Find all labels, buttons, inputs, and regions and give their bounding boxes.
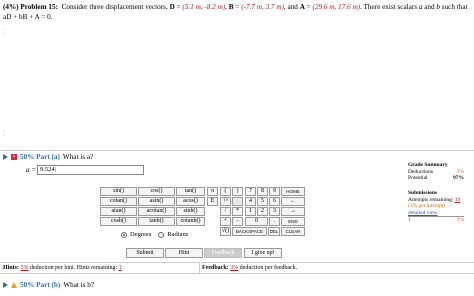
scroll-dots: · · [3, 129, 5, 139]
keypad-key[interactable]: acos() [176, 197, 205, 206]
give-up-button[interactable]: I give up! [244, 248, 282, 258]
hints-feedback-bar: Hints: 5% deduction per hint. Hints rema… [0, 262, 474, 274]
angle-mode: Degrees Radians [121, 231, 188, 238]
keypad-key[interactable]: → [281, 207, 305, 216]
keypad-key[interactable]: 7 [245, 187, 256, 196]
radians-radio[interactable] [158, 231, 165, 238]
keypad-key[interactable]: sinh() [176, 207, 205, 216]
scroll-dots: · · [3, 27, 5, 37]
keypad-key[interactable]: E [207, 197, 218, 206]
keypad-key[interactable]: ( [220, 187, 231, 196]
keypad-key[interactable]: ← [281, 197, 305, 206]
warning-icon [11, 282, 17, 288]
keypad-key[interactable]: tan() [176, 187, 205, 196]
degrees-radio[interactable] [121, 231, 127, 238]
keypad-key[interactable]: CLEAR [281, 227, 305, 236]
play-icon [3, 282, 8, 288]
part-b-header[interactable]: 50% Part (b) What is b? [3, 281, 94, 289]
divider [0, 150, 474, 151]
keypad-key[interactable]: / [220, 207, 231, 216]
keypad-key[interactable]: ↑^ [220, 197, 231, 206]
feedback-info: Feedback: 3% deduction per feedback. [202, 265, 298, 271]
keypad-key[interactable]: . [269, 217, 280, 226]
keypad-key[interactable]: BACKSPACE [232, 227, 267, 236]
keypad-key[interactable]: cotan() [100, 197, 137, 206]
part-b-question: What is b? [63, 281, 95, 289]
close-icon[interactable]: × [11, 154, 17, 160]
keypad-key[interactable]: tanh() [138, 217, 175, 226]
keypad-key[interactable]: 2 [257, 207, 268, 216]
keypad-key[interactable]: HOME [281, 187, 305, 196]
grade-summary: Grade Summary Deductions 3% Potential 97% [408, 162, 464, 181]
keypad-key[interactable]: 9 [269, 187, 280, 196]
keypad-key[interactable]: 3 [269, 207, 280, 216]
hint-button[interactable]: Hint [165, 248, 203, 258]
radians-label: Radians [167, 231, 189, 238]
keypad-key[interactable]: * [232, 207, 243, 216]
keypad-key[interactable]: asin() [138, 197, 175, 206]
keypad-key[interactable]: + [220, 217, 231, 226]
keypad-key[interactable]: 1 [245, 207, 256, 216]
answer-input[interactable]: 9.524| [37, 165, 144, 175]
hints-info: Hints: 5% deduction per hint. Hints rema… [3, 265, 122, 271]
keypad-key[interactable]: sin() [100, 187, 137, 196]
part-a-header[interactable]: × 50% Part (a) What is a? [3, 153, 93, 161]
degrees-label: Degrees [130, 231, 152, 238]
play-icon [3, 154, 8, 160]
problem-statement: (4%) Problem 15: Consider three displace… [3, 3, 468, 21]
part-a-label: 50% Part (a) [20, 153, 60, 161]
feedback-button[interactable]: Feedback [204, 248, 242, 258]
keypad-key[interactable]: - [232, 217, 243, 226]
part-b-label: 50% Part (b) [20, 281, 61, 289]
part-a-question: What is a? [62, 153, 94, 161]
keypad-key[interactable]: DEL [268, 227, 280, 236]
answer-variable: a = [26, 166, 37, 174]
keypad-key[interactable]: 8 [257, 187, 268, 196]
keypad-key[interactable]: cotanh() [176, 217, 205, 226]
problem-equation: aD + bB + A = 0. [3, 13, 53, 21]
keypad-key[interactable]: ↓ [232, 197, 243, 206]
keypad-key[interactable]: cosh() [100, 217, 137, 226]
keypad-key[interactable]: acotan() [138, 207, 175, 216]
keypad-key[interactable]: atan() [100, 207, 137, 216]
keypad-key[interactable]: 6 [269, 197, 280, 206]
submissions-panel: Submissions Attempts remaining: 19 (3% p… [408, 190, 464, 223]
keypad-key[interactable]: END [281, 217, 305, 226]
keypad-key[interactable]: 4 [245, 197, 256, 206]
keypad-key[interactable]: cos() [138, 187, 175, 196]
keypad-key[interactable]: π [207, 187, 218, 196]
keypad-key[interactable]: ) [232, 187, 243, 196]
submit-button[interactable]: Submit [126, 248, 164, 258]
keypad-key[interactable]: √() [220, 227, 231, 236]
keypad-key[interactable]: 0 [245, 217, 268, 226]
keypad-key[interactable]: 5 [257, 197, 268, 206]
